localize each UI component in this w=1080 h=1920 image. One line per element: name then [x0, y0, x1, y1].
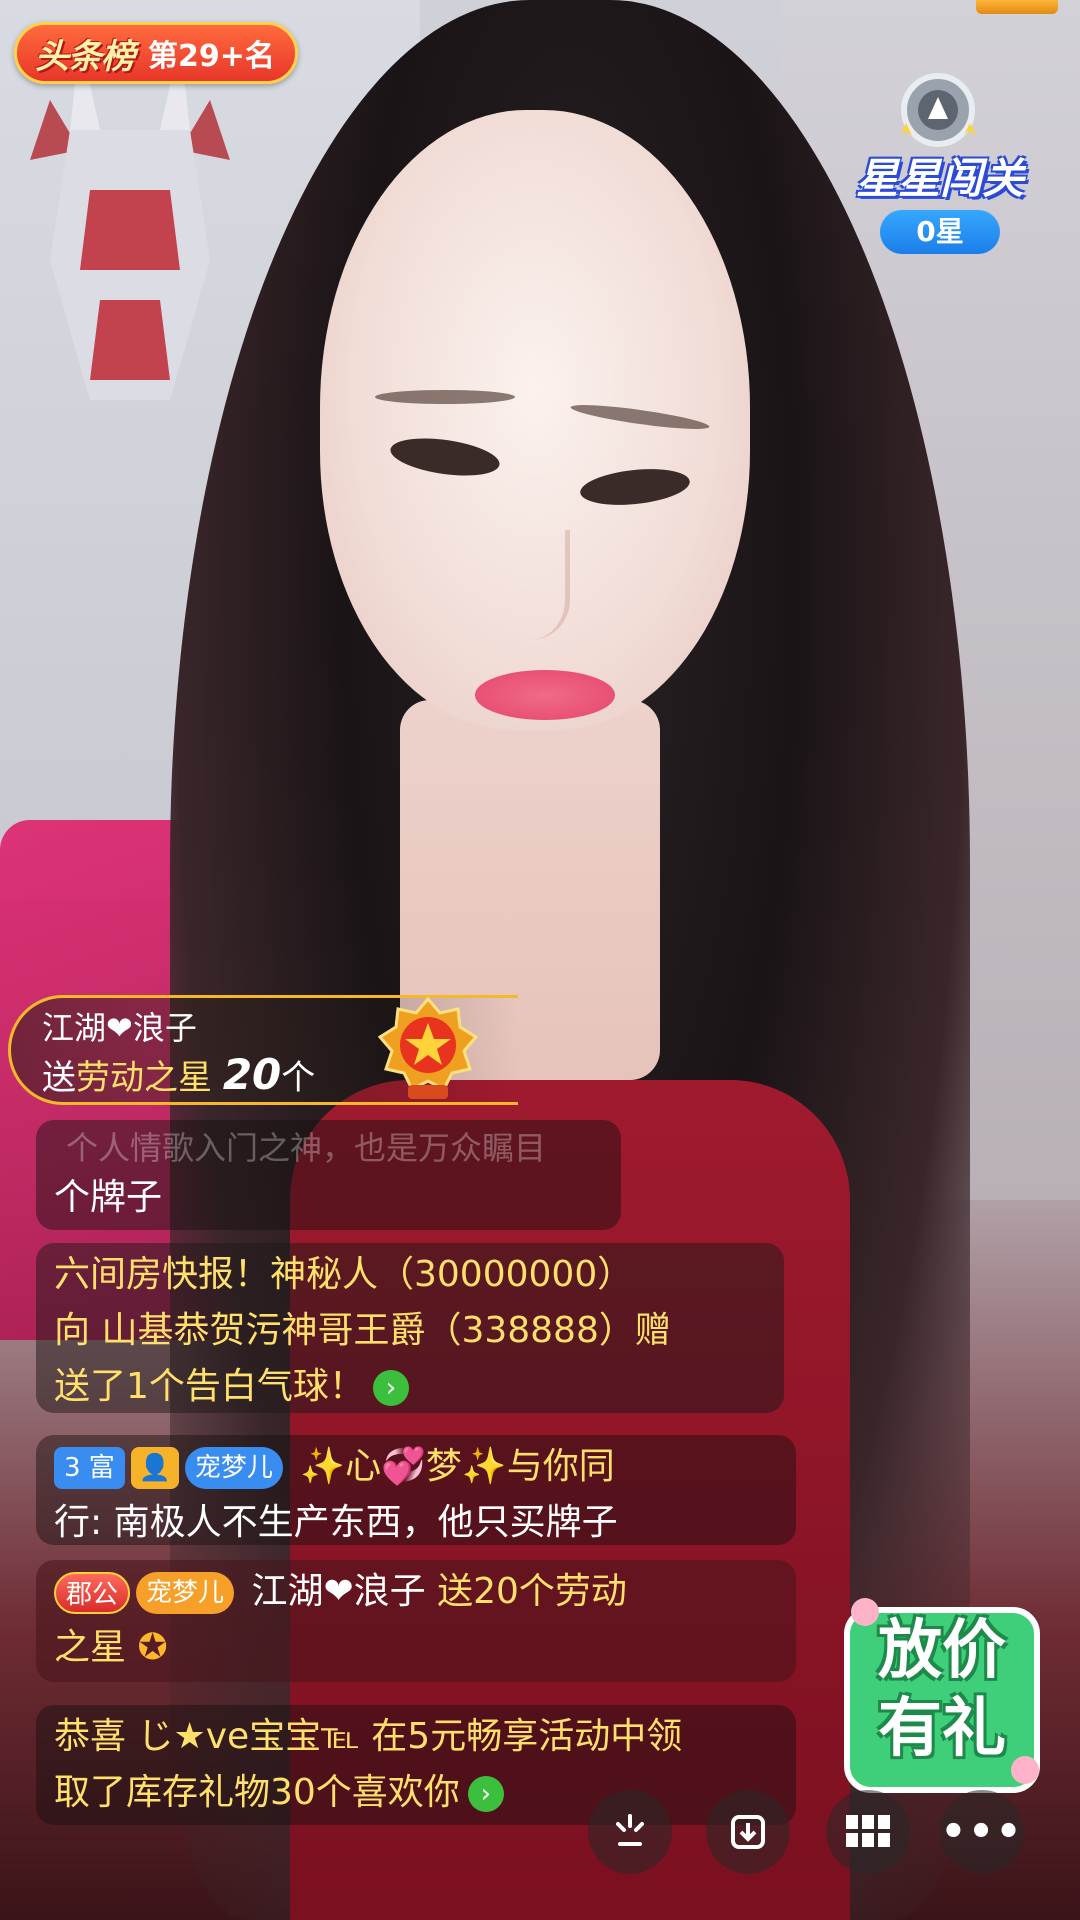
right-eyebrow	[569, 400, 711, 434]
noble-rank-badge: 郡公	[54, 1572, 131, 1614]
chat-username[interactable]: ✨心💞梦✨与你同	[300, 1446, 614, 1487]
system-reward-message[interactable]: 恭喜 じ★ve宝宝℡ 在5元畅享活动中领 取了库存礼物30个喜欢你 ›	[36, 1705, 796, 1825]
headline-rank-logo: 头条榜	[35, 36, 135, 77]
lips	[475, 670, 615, 720]
headline-rank-badge[interactable]: 头条榜 第29+名	[14, 22, 298, 84]
star-emblem-icon	[900, 73, 976, 147]
gift-chat-message: 郡公 宠梦儿 江湖❤浪子 送20个劳动 之星 ✪	[36, 1560, 796, 1682]
rank-position: 第29+名	[148, 39, 275, 74]
nose	[520, 530, 570, 640]
gift-quantity: 20	[222, 1050, 282, 1099]
gift-unit: 个	[281, 1058, 316, 1098]
apps-button[interactable]	[826, 1790, 910, 1874]
gift-name: 劳动之星	[76, 1058, 212, 1098]
left-eyebrow	[375, 390, 515, 404]
promo-line-1: 放价	[878, 1614, 1006, 1688]
reward-line-2: 取了库存礼物30个喜欢你	[54, 1772, 460, 1813]
broadcast-line-3: 送了1个告白气球！ ›	[54, 1359, 766, 1415]
chevron-right-icon[interactable]: ›	[372, 1370, 409, 1406]
gift-verb: 送	[42, 1058, 76, 1098]
chevron-right-icon[interactable]: ›	[467, 1776, 504, 1812]
fan-club-badge: 宠梦儿	[136, 1572, 235, 1614]
broadcast-line-2: 向 山基恭贺污神哥王爵（338888）赠	[54, 1310, 671, 1351]
gift-sender-name: 江湖❤浪子	[42, 1009, 197, 1047]
share-button[interactable]	[588, 1790, 672, 1874]
wealth-level-badge: 3 富	[54, 1447, 125, 1489]
gift-text-cont: 之星	[54, 1627, 127, 1668]
top-right-tab[interactable]	[976, 0, 1058, 14]
download-button[interactable]	[706, 1790, 790, 1874]
streamer-face	[320, 110, 750, 730]
gift-text: 送20个劳动	[425, 1571, 627, 1612]
broadcast-line-3-text: 送了1个告白气球！	[54, 1366, 365, 1407]
system-broadcast-message[interactable]: 六间房快报！神秘人（30000000） 向 山基恭贺污神哥王爵（338888）赠…	[36, 1243, 784, 1413]
more-dots-icon: •••	[940, 1809, 1024, 1855]
reward-line-1: 恭喜 じ★ve宝宝℡ 在5元畅享活动中领	[54, 1716, 683, 1757]
faded-chat-line: 个人情歌入门之神，也是万众瞩目	[66, 1129, 547, 1167]
gift-description: 送劳动之星 20个	[42, 1050, 315, 1099]
grid-icon	[846, 1815, 890, 1847]
chat-message-text: 行: 南极人不生产东西，他只买牌子	[54, 1502, 618, 1543]
small-star-medal-icon: ✪	[137, 1627, 168, 1668]
left-eye	[388, 432, 502, 482]
sparkle-icon	[616, 1814, 644, 1846]
fan-club-badge: 宠梦儿	[184, 1447, 283, 1489]
user-icon: 👤	[130, 1447, 179, 1489]
star-count-pill: 0星	[880, 210, 1000, 254]
chat-message: 3 富 👤 宠梦儿 ✨心💞梦✨与你同 行: 南极人不生产东西，他只买牌子	[36, 1435, 796, 1545]
right-eye	[578, 464, 692, 510]
download-icon	[731, 1815, 765, 1849]
chat-message: 个人情歌入门之神，也是万众瞩目 个牌子	[36, 1120, 621, 1230]
promo-line-2: 有礼	[878, 1692, 1006, 1766]
star-challenge-title: 星星闯关	[855, 154, 1024, 203]
chat-username[interactable]: 江湖❤浪子	[251, 1571, 425, 1612]
more-button[interactable]: •••	[940, 1790, 1024, 1874]
chat-message-text: 个牌子	[54, 1177, 163, 1218]
star-challenge-widget[interactable]: 星星闯关 0星	[845, 55, 1035, 255]
promo-label: 放价 有礼	[847, 1612, 1037, 1768]
price-drop-promo-button[interactable]: 放价 有礼	[835, 1590, 1050, 1805]
labor-star-medal-icon	[378, 996, 478, 1099]
broadcast-line-1: 六间房快报！神秘人（30000000）	[54, 1254, 634, 1295]
live-stream-room: 头条榜 第29+名 星星闯关 0星 江湖❤浪子 送劳动之星 20个 个人情歌入门…	[0, 0, 1080, 1920]
